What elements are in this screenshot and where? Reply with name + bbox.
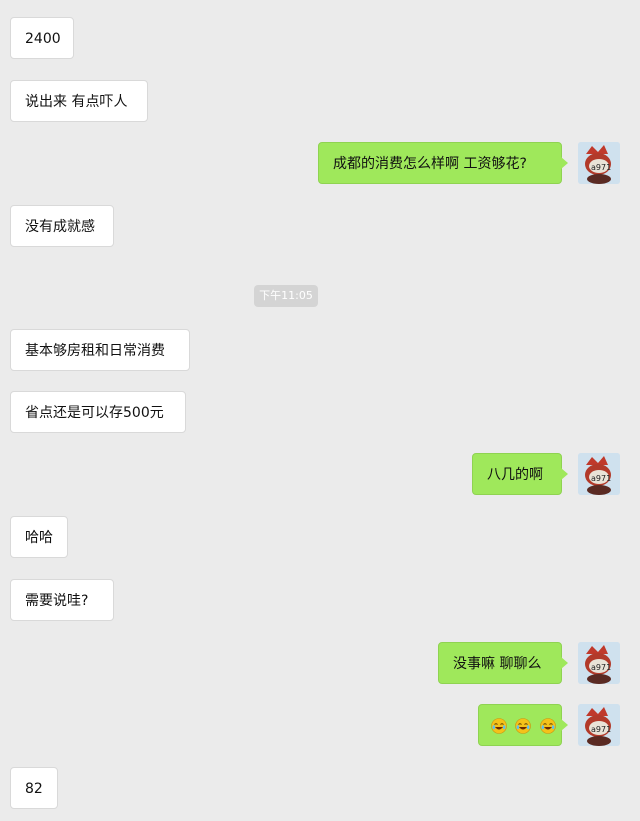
timestamp: 下午11:05 <box>254 285 318 307</box>
message-row-incoming: 需要说哇? <box>0 579 640 621</box>
message-bubble[interactable]: 2400 <box>10 17 74 59</box>
message-bubble[interactable]: 需要说哇? <box>10 579 114 621</box>
message-bubble[interactable]: 哈哈 <box>10 516 68 558</box>
message-bubble[interactable]: 没事嘛 聊聊么 <box>438 642 568 684</box>
svg-text:a971: a971 <box>591 663 611 672</box>
svg-text:a971: a971 <box>591 725 611 734</box>
cartoon-avatar-icon: a971 <box>578 453 620 495</box>
message-bubble[interactable]: 省点还是可以存500元 <box>10 391 186 433</box>
message-row-outgoing: 没事嘛 聊聊么 a971 <box>0 642 640 684</box>
message-bubble[interactable]: 82 <box>10 767 58 809</box>
cartoon-avatar-icon: a971 <box>578 642 620 684</box>
message-row-incoming: 说出来 有点吓人 <box>0 80 640 122</box>
message-bubble[interactable]: 成都的消费怎么样啊 工资够花? <box>318 142 568 184</box>
message-bubble[interactable]: 没有成就感 <box>10 205 114 247</box>
svg-text:a971: a971 <box>591 163 611 172</box>
message-row-outgoing: a971 <box>0 704 640 746</box>
laughing-crying-emoji <box>491 718 507 734</box>
cartoon-avatar-icon: a971 <box>578 142 620 184</box>
message-row-incoming: 2400 <box>0 17 640 59</box>
message-row-incoming: 哈哈 <box>0 516 640 558</box>
svg-text:a971: a971 <box>591 474 611 483</box>
message-row-outgoing: 八几的啊 a971 <box>0 453 640 495</box>
message-bubble[interactable]: 八几的啊 <box>472 453 568 495</box>
avatar[interactable]: a971 <box>578 142 620 184</box>
avatar[interactable]: a971 <box>578 642 620 684</box>
chat-window: 2400 说出来 有点吓人 成都的消费怎么样啊 工资够花? a971 没有成就感… <box>0 0 640 821</box>
emoji-message-bubble[interactable] <box>478 704 568 746</box>
message-bubble[interactable]: 基本够房租和日常消费 <box>10 329 190 371</box>
message-row-outgoing: 成都的消费怎么样啊 工资够花? a971 <box>0 142 640 184</box>
cartoon-avatar-icon: a971 <box>578 704 620 746</box>
message-row-incoming: 基本够房租和日常消费 <box>0 329 640 371</box>
laughing-crying-emoji <box>540 718 556 734</box>
message-row-incoming: 82 <box>0 767 640 809</box>
avatar[interactable]: a971 <box>578 704 620 746</box>
message-row-incoming: 省点还是可以存500元 <box>0 391 640 433</box>
message-bubble[interactable]: 说出来 有点吓人 <box>10 80 148 122</box>
message-row-incoming: 没有成就感 <box>0 205 640 247</box>
avatar[interactable]: a971 <box>578 453 620 495</box>
laughing-crying-emoji <box>515 718 532 734</box>
